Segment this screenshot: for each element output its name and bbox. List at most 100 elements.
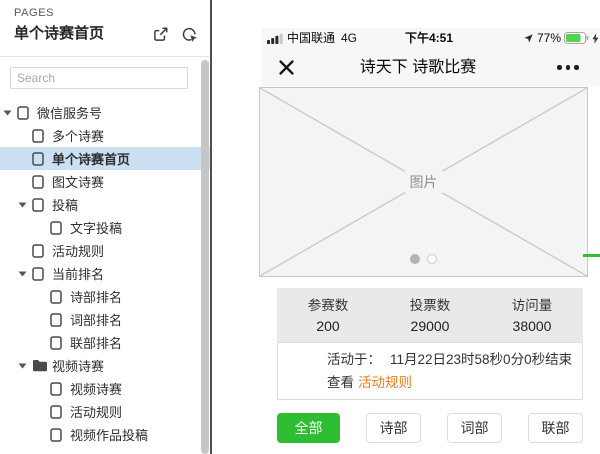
tree-item[interactable]: 视频诗赛: [0, 354, 210, 377]
tree-item[interactable]: 单个诗赛首页: [0, 147, 210, 170]
divider: [0, 56, 210, 57]
phone-mockup: 中国联通 4G 下午4:51 77% 诗天下 诗歌比赛: [262, 28, 600, 454]
tree-item[interactable]: 活动规则: [0, 239, 210, 262]
tree-item[interactable]: 当前排名: [0, 262, 210, 285]
page-icon: [32, 152, 44, 166]
filter-button[interactable]: 词部: [447, 413, 502, 443]
filter-button-label: 诗部: [380, 420, 408, 436]
filter-button-label: 联部: [542, 420, 570, 436]
search-input[interactable]: [10, 67, 188, 89]
tree-item-label: 多个诗赛: [52, 126, 104, 145]
page-header-title: 诗天下 诗歌比赛: [302, 48, 534, 87]
app-window: { "sidebar": { "panel_label": "PAGES", "…: [0, 0, 600, 454]
page-folder-icon-slot: [50, 423, 67, 446]
tree-item-label: 微信服务号: [37, 103, 102, 122]
tree-item-label: 诗部排名: [70, 287, 122, 306]
page-icon: [32, 175, 44, 189]
page-icon: [32, 244, 44, 258]
page-icon: [50, 313, 62, 327]
tree-item[interactable]: 图文诗赛: [0, 170, 210, 193]
panel-toolbar: [152, 26, 198, 43]
stat-label: 访问量: [481, 295, 583, 316]
stat-entries: 参赛数 200: [277, 288, 379, 342]
filter-button[interactable]: 联部: [528, 413, 583, 443]
tree-item-label: 活动规则: [52, 241, 104, 260]
charging-bolt-icon: [592, 33, 599, 44]
page-folder-icon-slot: [50, 331, 67, 354]
filter-button[interactable]: 诗部: [366, 413, 421, 443]
filter-button-label: 全部: [295, 420, 323, 436]
panel-divider: [210, 0, 212, 454]
close-icon[interactable]: [278, 59, 295, 76]
status-bar: 中国联通 4G 下午4:51 77%: [262, 28, 600, 48]
page-folder-icon-slot: [50, 285, 67, 308]
activity-rules-line: 查看活动规则: [327, 371, 582, 394]
more-options-icon[interactable]: [557, 65, 579, 70]
placeholder-label: 图片: [405, 171, 443, 193]
page-folder-icon-slot: [50, 400, 67, 423]
tree-item[interactable]: 词部排名: [0, 308, 210, 331]
banner-image-placeholder[interactable]: 图片: [259, 87, 588, 277]
page-folder-icon-slot: [17, 101, 34, 124]
nav-bar: 诗天下 诗歌比赛: [262, 48, 600, 87]
network-label: 4G: [341, 28, 357, 48]
tree-item-label: 图文诗赛: [52, 172, 104, 191]
page-folder-icon-slot: [32, 193, 49, 216]
stat-votes: 投票数 29000: [379, 288, 481, 342]
view-label: 查看: [327, 375, 354, 390]
page-folder-icon-slot: [50, 377, 67, 400]
current-page-title: 单个诗赛首页: [14, 22, 104, 43]
folder-icon: [32, 359, 48, 372]
caret-down-icon[interactable]: [18, 193, 32, 216]
filter-button-label: 词部: [461, 420, 489, 436]
tree-item[interactable]: 微信服务号: [0, 101, 210, 124]
open-new-window-icon[interactable]: [152, 26, 169, 43]
tree-item[interactable]: 投稿: [0, 193, 210, 216]
tree-item-label: 当前排名: [52, 264, 104, 283]
stat-label: 参赛数: [277, 295, 379, 316]
tree-item-label: 视频诗赛: [52, 356, 104, 375]
caret-down-icon[interactable]: [18, 262, 32, 285]
tree-item-label: 词部排名: [70, 310, 122, 329]
page-icon: [32, 267, 44, 281]
tree-item[interactable]: 视频作品投稿: [0, 423, 210, 446]
location-arrow-icon: [523, 33, 534, 44]
page-tree: 微信服务号 多个诗赛: [0, 101, 210, 446]
tree-item[interactable]: 活动规则: [0, 400, 210, 423]
status-right-cluster: 77%: [523, 28, 599, 48]
tree-item[interactable]: 联部排名: [0, 331, 210, 354]
signal-bars-icon: [267, 33, 284, 47]
tree-item-label: 文字投稿: [70, 218, 122, 237]
carousel-dots: [260, 254, 587, 264]
scrollbar-thumb[interactable]: [201, 60, 209, 454]
filter-button[interactable]: 全部: [277, 413, 340, 443]
page-folder-icon-slot: [50, 308, 67, 331]
caret-down-icon[interactable]: [18, 354, 32, 377]
page-icon: [50, 382, 62, 396]
carousel-dot[interactable]: [427, 254, 437, 264]
page-folder-icon-slot: [32, 239, 49, 262]
page-icon: [50, 405, 62, 419]
page-icon: [50, 336, 62, 350]
carousel-dot-active[interactable]: [410, 254, 420, 264]
caret-down-icon[interactable]: [3, 101, 17, 124]
stat-value: 38000: [481, 316, 583, 337]
page-folder-icon-slot: [32, 354, 49, 377]
page-icon: [50, 290, 62, 304]
tree-item[interactable]: 多个诗赛: [0, 124, 210, 147]
tree-item[interactable]: 视频诗赛: [0, 377, 210, 400]
pages-panel: PAGES 单个诗赛首页: [0, 0, 210, 454]
tree-item-label: 联部排名: [70, 333, 122, 352]
activity-rules-link[interactable]: 活动规则: [358, 375, 412, 390]
panel-label: PAGES: [14, 7, 54, 19]
tree-item[interactable]: 诗部排名: [0, 285, 210, 308]
battery-icon: [564, 32, 589, 44]
activity-info-box: 活动于：11月22日23时58秒0分0秒结束 查看活动规则: [277, 342, 583, 400]
page-folder-icon-slot: [32, 170, 49, 193]
battery-percent: 77%: [537, 31, 561, 45]
activity-prefix: 活动于：: [327, 352, 381, 367]
generate-preview-icon[interactable]: [181, 26, 198, 43]
page-icon: [32, 129, 44, 143]
carrier-label: 中国联通: [287, 28, 335, 48]
tree-item[interactable]: 文字投稿: [0, 216, 210, 239]
